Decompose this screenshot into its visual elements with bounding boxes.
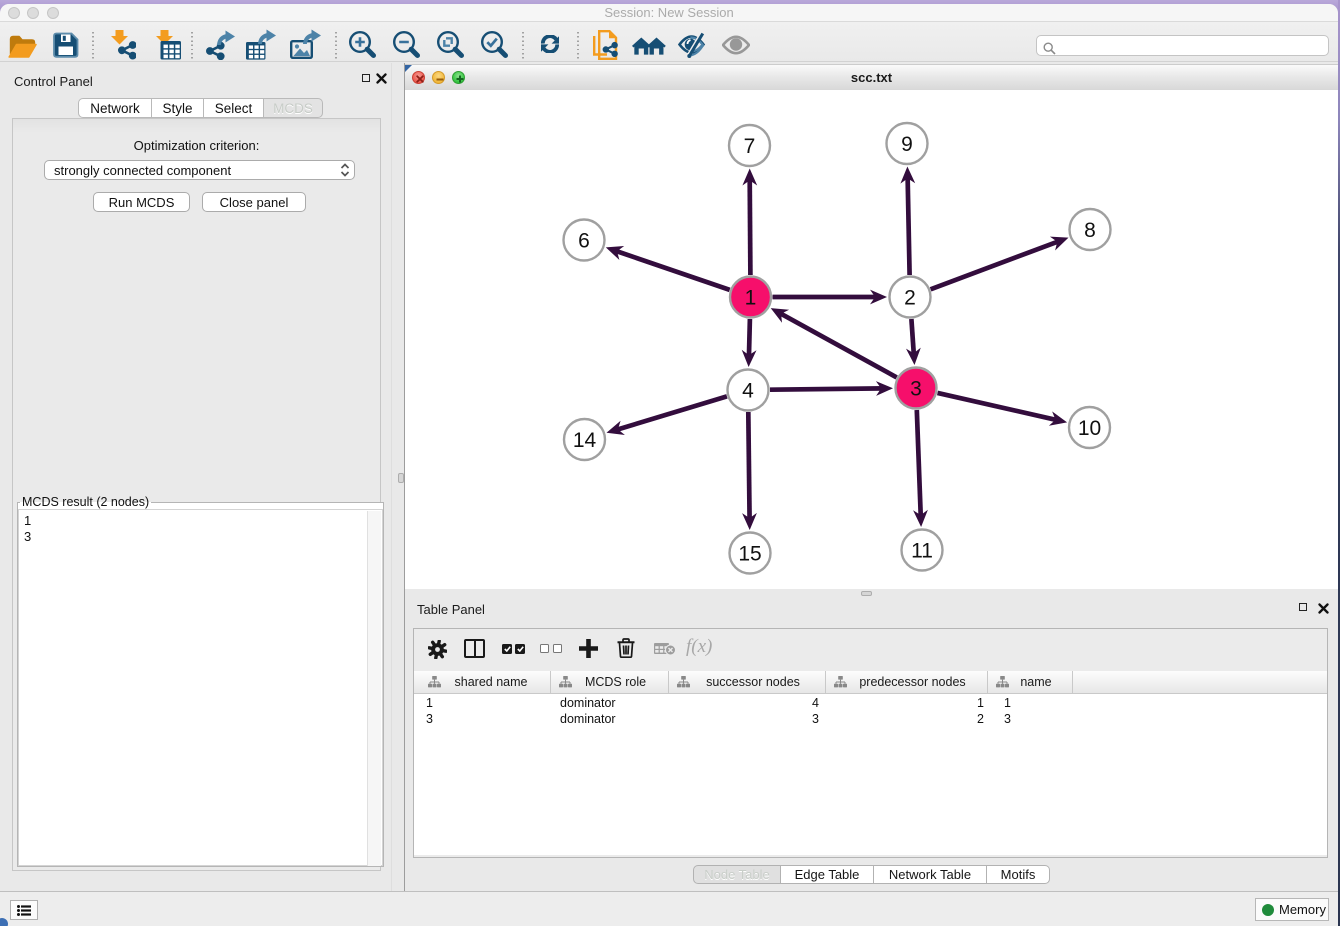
svg-text:1: 1 <box>745 286 757 309</box>
svg-text:15: 15 <box>738 542 761 565</box>
svg-text:14: 14 <box>573 429 597 452</box>
svg-text:3: 3 <box>910 377 922 400</box>
svg-text:6: 6 <box>578 229 590 252</box>
svg-text:9: 9 <box>901 133 913 156</box>
svg-text:4: 4 <box>742 379 754 402</box>
svg-text:8: 8 <box>1084 219 1096 242</box>
svg-text:2: 2 <box>904 286 916 309</box>
svg-text:11: 11 <box>911 539 933 562</box>
svg-text:10: 10 <box>1078 417 1101 440</box>
svg-text:7: 7 <box>744 135 756 158</box>
